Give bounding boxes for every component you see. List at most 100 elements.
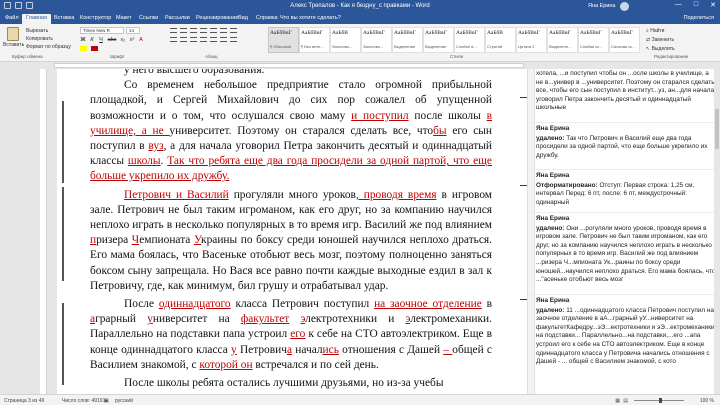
style-item[interactable]: АаБбВвГ Цитата 2 — [516, 27, 547, 53]
decrease-indent-icon[interactable] — [200, 28, 207, 33]
document-text[interactable]: у него высшего образования. Со временем … — [90, 69, 492, 391]
highlight-color-button[interactable] — [80, 46, 87, 51]
increase-indent-icon[interactable] — [210, 28, 217, 33]
inserted-text: факультет — [240, 313, 290, 326]
italic-button[interactable]: К — [89, 37, 95, 43]
page-indicator[interactable]: Страница 3 из 49 — [4, 398, 44, 404]
zoom-level[interactable]: 100 % — [700, 398, 714, 404]
vertical-scrollbar[interactable] — [714, 69, 720, 394]
select-button[interactable]: ↖ Выделить — [646, 45, 675, 54]
language-indicator[interactable]: русский — [115, 398, 133, 404]
text-run: класса Петрович поступил — [230, 298, 375, 311]
font-format-buttons: Ж К Ч abc x₂ x² A — [80, 37, 144, 43]
cut-button[interactable]: Вырезать — [26, 27, 71, 35]
text-run: Петрович — [236, 343, 287, 356]
tab-design[interactable]: Конструктор — [80, 15, 111, 21]
style-item[interactable]: АаБбВвГ ¶ Обычный — [268, 27, 299, 53]
text-run: ризера — [96, 234, 132, 247]
style-item[interactable]: АаБбВвГ Выделение — [423, 27, 454, 53]
share-button[interactable]: Поделиться — [684, 15, 714, 21]
tab-help[interactable]: Справка — [256, 15, 278, 21]
tell-me-search[interactable]: Что вы хотите сделать? — [280, 15, 341, 21]
tab-home[interactable]: Главная — [22, 14, 51, 24]
read-mode-icon[interactable]: ▤ — [623, 398, 628, 404]
font-name-select[interactable]: Times New R — [80, 27, 124, 34]
superscript-button[interactable]: x² — [129, 37, 135, 43]
ribbon-tabs: Файл Главная Вставка Конструктор Макет С… — [0, 13, 720, 24]
document-page[interactable]: у него высшего образования. Со временем … — [57, 69, 527, 394]
close-button[interactable]: ✕ — [710, 1, 716, 9]
tab-insert[interactable]: Вставка — [54, 15, 74, 21]
avatar[interactable] — [620, 2, 629, 11]
minimize-button[interactable]: — — [675, 1, 682, 9]
revision-balloon[interactable]: Яна Ерина удалено: Так что Петрович и Ва… — [528, 122, 720, 160]
bold-button[interactable]: Ж — [80, 37, 86, 43]
borders-icon[interactable] — [230, 37, 237, 42]
style-sample: АаБбВвГ — [363, 30, 385, 36]
justify-icon[interactable] — [200, 37, 207, 42]
style-item[interactable]: АаБбВвГ Выделение — [392, 27, 423, 53]
scrollbar-thumb[interactable] — [715, 109, 719, 149]
style-name: ¶ Без инте... — [301, 44, 324, 49]
style-sample: АаБбВвГ — [611, 30, 633, 36]
style-item[interactable]: АаБбВвГ Выделенн... — [547, 27, 578, 53]
paste-button[interactable]: Вставить — [3, 27, 24, 49]
editing-group-label: Редактирование — [654, 54, 689, 59]
strikethrough-button[interactable]: abc — [107, 37, 117, 43]
style-item[interactable]: АаБбВвГ Сильная сс... — [609, 27, 640, 53]
font-group-label: Шрифт — [110, 54, 125, 59]
zoom-slider-handle[interactable] — [659, 398, 662, 403]
vertical-ruler[interactable] — [40, 69, 47, 394]
format-painter-button[interactable]: Формат по образцу — [26, 43, 71, 51]
shading-icon[interactable] — [220, 37, 227, 42]
replace-button[interactable]: ⇄ Заменить — [646, 36, 675, 45]
line-spacing-icon[interactable] — [210, 37, 217, 42]
text-run: в — [481, 298, 492, 311]
print-layout-icon[interactable]: ▦ — [615, 398, 620, 404]
text-color-bar[interactable] — [91, 46, 98, 51]
style-sample: АаБбВ — [487, 30, 503, 36]
revision-text: 11 ...одиннадцатого класса Петрович пост… — [536, 306, 715, 366]
font-color-button[interactable]: A — [138, 37, 144, 43]
text-run: начал — [292, 343, 323, 356]
style-item[interactable]: АаБбВ Строгий — [485, 27, 516, 53]
maximize-button[interactable]: □ — [694, 1, 698, 9]
tab-view[interactable]: Вид — [238, 15, 248, 21]
copy-button[interactable]: Копировать — [26, 35, 71, 43]
align-left-icon[interactable] — [170, 37, 177, 42]
inserted-text: вуз — [148, 140, 164, 153]
user-name[interactable]: Яна Ерина — [588, 3, 616, 9]
tab-references[interactable]: Ссылки — [139, 15, 158, 21]
subscript-button[interactable]: x₂ — [120, 37, 126, 43]
tab-layout[interactable]: Макет — [116, 15, 132, 21]
numbering-icon[interactable] — [180, 28, 187, 33]
align-center-icon[interactable] — [180, 37, 187, 42]
proofing-icon[interactable]: ▣ — [104, 398, 109, 404]
horizontal-ruler[interactable] — [0, 62, 720, 69]
revision-balloon[interactable]: Яна Ерина удалено: Они ...рогуляли много… — [528, 212, 720, 285]
font-size-select[interactable]: 14 — [126, 27, 140, 34]
style-name: Выделенн... — [549, 44, 572, 49]
style-item[interactable]: АаБбВвГ Заголово... — [361, 27, 392, 53]
top-fragment: у него высшего образования. — [124, 69, 265, 76]
word-count[interactable]: Число слов: 49191 — [62, 398, 105, 404]
revision-balloon[interactable]: хотела, ...и поступил чтобы он ...осле ш… — [536, 70, 716, 113]
style-item[interactable]: АаБбВ Заголово... — [330, 27, 361, 53]
style-item[interactable]: АаБбВвГ ¶ Без инте... — [299, 27, 330, 53]
find-button[interactable]: ⌕ Найти — [646, 27, 675, 36]
tab-file[interactable]: Файл — [5, 15, 19, 21]
revision-balloon[interactable]: Яна Ерина удалено: 11 ...одиннадцатого к… — [528, 294, 720, 367]
text-run: лектротехники и — [305, 313, 406, 326]
inserted-text: на заочное отделение — [374, 298, 482, 311]
revision-balloon[interactable]: Яна Ерина Отформатировано: Отступ: Перва… — [528, 169, 720, 207]
multilevel-list-icon[interactable] — [190, 28, 197, 33]
style-item[interactable]: АаБбВвГ Слабая сс... — [578, 27, 609, 53]
tab-mailings[interactable]: Рассылки — [165, 15, 190, 21]
bullets-icon[interactable] — [170, 28, 177, 33]
align-right-icon[interactable] — [190, 37, 197, 42]
show-marks-icon[interactable] — [230, 28, 237, 33]
sort-icon[interactable] — [220, 28, 227, 33]
tab-review[interactable]: Рецензирование — [196, 15, 238, 21]
style-item[interactable]: АаБбВвГ Слабое в... — [454, 27, 485, 53]
underline-button[interactable]: Ч — [98, 37, 104, 43]
